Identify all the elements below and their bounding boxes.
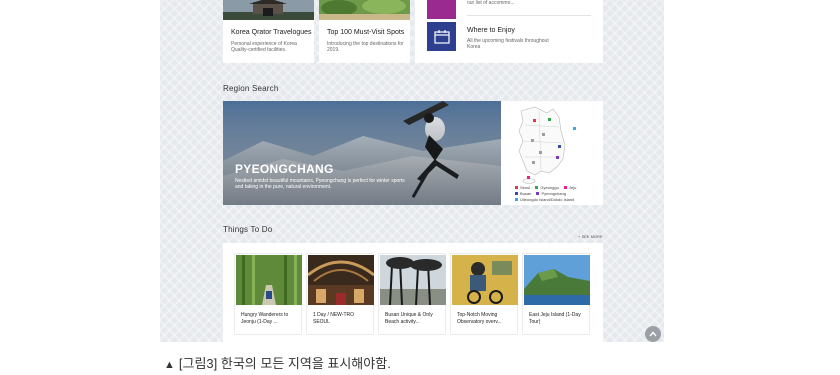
pyeongchang-marker [556,156,559,159]
things-to-do-heading: Things To Do [223,225,273,234]
card-description: Introducing the top destinations for 201… [327,41,404,53]
list-item[interactable]: Hungry Wanderers to Jeonju (1-Day ... [234,253,302,335]
list-item-label: East Jeju Island (1-Day Tour) [529,312,581,325]
promo-row-where-to-enjoy[interactable]: Where to Enjoy All the upcoming festival… [415,22,603,60]
palace-gate-image [223,0,314,20]
legend-ulleungdo: Ulleungdo Island/Dokdo Island [520,197,575,202]
banner-title: PYEONGCHANG [235,162,334,176]
list-item[interactable]: Top-Notch Moving Observatory overv... [450,253,518,335]
card-thumbnail [319,0,410,20]
promo-title: Where to Enjoy [467,27,515,34]
korea-region-map[interactable]: Seoul Gyeonggu Jeju Busan Pyeongchang Ul… [501,101,603,205]
list-item-label: Busan Unique & Only Beach activity... [385,312,433,325]
seoul-marker [533,119,536,122]
region-banner[interactable]: PYEONGCHANG Nestled amidst beautiful mou… [223,101,501,205]
list-item-label: Hungry Wanderers to Jeonju (1-Day ... [241,312,289,325]
promo-description: All the upcoming festivals throughout Ko… [467,38,549,50]
legend-seoul: Seoul [520,185,531,190]
list-item[interactable]: 1 Day / NEW-TRO SEOUL [306,253,374,335]
map-legend: Seoul Gyeonggu Jeju Busan Pyeongchang Ul… [515,185,576,203]
calendar-icon [427,22,456,51]
painting-image [452,255,518,305]
chevron-up-icon [649,331,657,337]
bamboo-forest-image [236,255,302,305]
see-more-label: SEE MORE [581,234,603,239]
card-description: Personal experience of Korea Quality-cer… [231,41,297,53]
jeju-coast-image [524,255,590,305]
card-title: Korea Qrator Travelogues [231,29,312,36]
legend-gyeonggu: Gyeonggu [540,185,559,190]
accommodation-icon [427,0,456,19]
legend-jeju: Jeju [568,185,577,190]
busan-marker [558,145,561,148]
card-thumbnail [223,0,314,20]
page-screenshot-frame: Korea Qrator Travelogues Personal experi… [160,0,664,342]
legend-pyeongchang: Pyeongchang [541,191,566,196]
list-item-label: Top-Notch Moving Observatory overv... [457,312,502,325]
divider [467,15,591,16]
arcade-image [308,255,374,305]
card-korea-qrator[interactable]: Korea Qrator Travelogues Personal experi… [223,0,314,63]
ulleungdo-marker [573,127,576,130]
region-search-heading: Region Search [223,84,279,93]
things-to-do-list: Hungry Wanderers to Jeonju (1-Day ... 1 … [223,243,603,342]
triangle-up-icon: ▲ [164,359,175,371]
promo-panel: our list of accommo... Where to Enjoy Al… [415,0,603,63]
korea-map-image [518,106,576,184]
see-more-link[interactable]: + SEE MORE [578,234,603,239]
figure-caption: ▲ [그림3] 한국의 모든 지역을 표시해야함. [164,353,391,372]
promo-description: our list of accommo... [467,0,515,6]
list-item[interactable]: Busan Unique & Only Beach activity... [378,253,446,335]
list-item-label: 1 Day / NEW-TRO SEOUL [313,312,355,325]
scroll-to-top-button[interactable] [645,326,661,342]
card-title: Top 100 Must-Visit Spots [327,29,405,36]
banner-description: Nestled amidst beautiful mountains, Pyeo… [235,178,405,190]
beach-trees-image [380,255,446,305]
card-top-100[interactable]: Top 100 Must-Visit Spots Introducing the… [319,0,410,63]
jeju-marker [527,176,530,179]
caption-text: [그림3] 한국의 모든 지역을 표시해야함. [178,356,391,371]
gangwon-marker [548,118,551,121]
garden-image [319,0,410,20]
legend-busan: Busan [520,191,532,196]
list-item[interactable]: East Jeju Island (1-Day Tour) [522,253,590,335]
